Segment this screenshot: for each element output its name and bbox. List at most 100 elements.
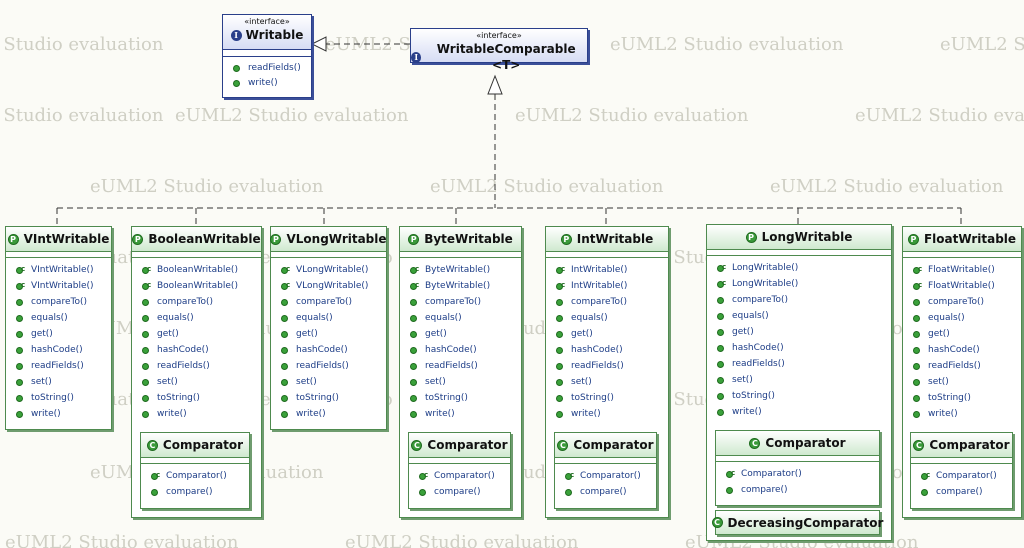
member-item[interactable]: readFields()	[717, 356, 891, 372]
member-item[interactable]: equals()	[281, 310, 386, 326]
member-item[interactable]: toString()	[281, 390, 386, 406]
member-item[interactable]: equals()	[410, 310, 521, 326]
member-item[interactable]: get()	[281, 326, 386, 342]
member-item[interactable]: equals()	[16, 310, 111, 326]
member-item[interactable]: compare()	[726, 482, 879, 498]
member-item[interactable]: get()	[717, 324, 891, 340]
member-item[interactable]: write()	[410, 406, 521, 422]
member-item[interactable]: Comparator()	[151, 467, 249, 484]
member-item[interactable]: toString()	[556, 390, 668, 406]
member-item[interactable]: BooleanWritable()	[142, 277, 261, 294]
member-item[interactable]: ByteWritable()	[410, 261, 521, 278]
member-item[interactable]: hashCode()	[717, 340, 891, 356]
member-item[interactable]: write()	[281, 406, 386, 422]
member-label: hashCode()	[157, 345, 209, 355]
member-label: toString()	[296, 393, 339, 403]
member-item[interactable]: compareTo()	[16, 294, 111, 310]
member-item[interactable]: compare()	[419, 484, 510, 500]
class-vintwritable[interactable]: PVIntWritableVIntWritable()VIntWritable(…	[5, 226, 112, 430]
member-item[interactable]: get()	[913, 326, 1021, 342]
member-item[interactable]: compareTo()	[281, 294, 386, 310]
member-list: Comparator() compare()	[911, 464, 1012, 502]
member-item[interactable]: hashCode()	[556, 342, 668, 358]
member-item[interactable]: toString()	[142, 390, 261, 406]
member-item[interactable]: get()	[410, 326, 521, 342]
writable-comparable-interface[interactable]: «interface» I WritableComparable <T>	[410, 28, 588, 72]
member-item[interactable]: readFields()	[281, 358, 386, 374]
nested-decreasing-comparator[interactable]: C DecreasingComparator	[711, 510, 883, 535]
class-icon: C	[146, 439, 158, 451]
member-item[interactable]: VLongWritable()	[281, 277, 386, 294]
member-item[interactable]: toString()	[16, 390, 111, 406]
member-item[interactable]: set()	[16, 374, 111, 390]
member-item[interactable]: compareTo()	[142, 294, 261, 310]
member-item[interactable]: compareTo()	[913, 294, 1021, 310]
member-item[interactable]: VIntWritable()	[16, 277, 111, 294]
method-item[interactable]: write()	[233, 76, 311, 91]
member-item[interactable]: compareTo()	[717, 292, 891, 308]
public-method-icon	[142, 362, 149, 370]
member-item[interactable]: Comparator()	[565, 467, 656, 484]
writable-interface[interactable]: «interface» I Writable readFields() write…	[222, 14, 312, 98]
member-item[interactable]: hashCode()	[16, 342, 111, 358]
member-label: Comparator()	[434, 471, 495, 481]
method-item[interactable]: readFields()	[233, 61, 311, 76]
member-item[interactable]: ByteWritable()	[410, 277, 521, 294]
member-item[interactable]: get()	[142, 326, 261, 342]
member-item[interactable]: equals()	[142, 310, 261, 326]
member-item[interactable]: readFields()	[142, 358, 261, 374]
member-item[interactable]: toString()	[913, 390, 1021, 406]
member-item[interactable]: equals()	[717, 308, 891, 324]
member-item[interactable]: write()	[16, 406, 111, 422]
member-item[interactable]: Comparator()	[921, 467, 1012, 484]
member-item[interactable]: VLongWritable()	[281, 261, 386, 278]
member-item[interactable]: readFields()	[16, 358, 111, 374]
member-item[interactable]: set()	[913, 374, 1021, 390]
member-item[interactable]: hashCode()	[410, 342, 521, 358]
member-item[interactable]: hashCode()	[142, 342, 261, 358]
nested-comparator[interactable]: C Comparator Comparator() compare()	[715, 430, 880, 506]
member-item[interactable]: compare()	[565, 484, 656, 500]
nested-comparator[interactable]: C Comparator Comparator() compare()	[554, 432, 657, 509]
member-item[interactable]: readFields()	[556, 358, 668, 374]
member-item[interactable]: readFields()	[410, 358, 521, 374]
member-item[interactable]: set()	[717, 372, 891, 388]
member-item[interactable]: LongWritable()	[717, 275, 891, 292]
member-label: equals()	[928, 313, 965, 323]
member-item[interactable]: VIntWritable()	[16, 261, 111, 278]
class-vlongwritable[interactable]: PVLongWritableVLongWritable()VLongWritab…	[270, 226, 387, 430]
member-item[interactable]: set()	[410, 374, 521, 390]
member-item[interactable]: toString()	[717, 388, 891, 404]
member-item[interactable]: Comparator()	[726, 465, 879, 482]
member-item[interactable]: get()	[16, 326, 111, 342]
member-item[interactable]: set()	[556, 374, 668, 390]
member-item[interactable]: equals()	[913, 310, 1021, 326]
public-method-icon	[717, 312, 724, 320]
member-item[interactable]: FloatWritable()	[913, 277, 1021, 294]
member-item[interactable]: LongWritable()	[717, 259, 891, 276]
member-item[interactable]: write()	[913, 406, 1021, 422]
member-item[interactable]: write()	[556, 406, 668, 422]
member-item[interactable]: toString()	[410, 390, 521, 406]
nested-comparator[interactable]: C Comparator Comparator() compare()	[408, 432, 511, 509]
member-item[interactable]: Comparator()	[419, 467, 510, 484]
member-item[interactable]: set()	[281, 374, 386, 390]
member-item[interactable]: write()	[142, 406, 261, 422]
member-item[interactable]: get()	[556, 326, 668, 342]
member-item[interactable]: hashCode()	[913, 342, 1021, 358]
member-item[interactable]: equals()	[556, 310, 668, 326]
member-item[interactable]: compareTo()	[556, 294, 668, 310]
member-item[interactable]: write()	[717, 404, 891, 420]
member-item[interactable]: compareTo()	[410, 294, 521, 310]
member-item[interactable]: BooleanWritable()	[142, 261, 261, 278]
member-item[interactable]: set()	[142, 374, 261, 390]
member-item[interactable]: hashCode()	[281, 342, 386, 358]
member-item[interactable]: IntWritable()	[556, 261, 668, 278]
nested-comparator[interactable]: C Comparator Comparator() compare()	[140, 432, 250, 509]
member-item[interactable]: FloatWritable()	[913, 261, 1021, 278]
member-item[interactable]: compare()	[151, 484, 249, 500]
nested-comparator[interactable]: C Comparator Comparator() compare()	[910, 432, 1013, 509]
member-item[interactable]: IntWritable()	[556, 277, 668, 294]
member-item[interactable]: compare()	[921, 484, 1012, 500]
member-item[interactable]: readFields()	[913, 358, 1021, 374]
